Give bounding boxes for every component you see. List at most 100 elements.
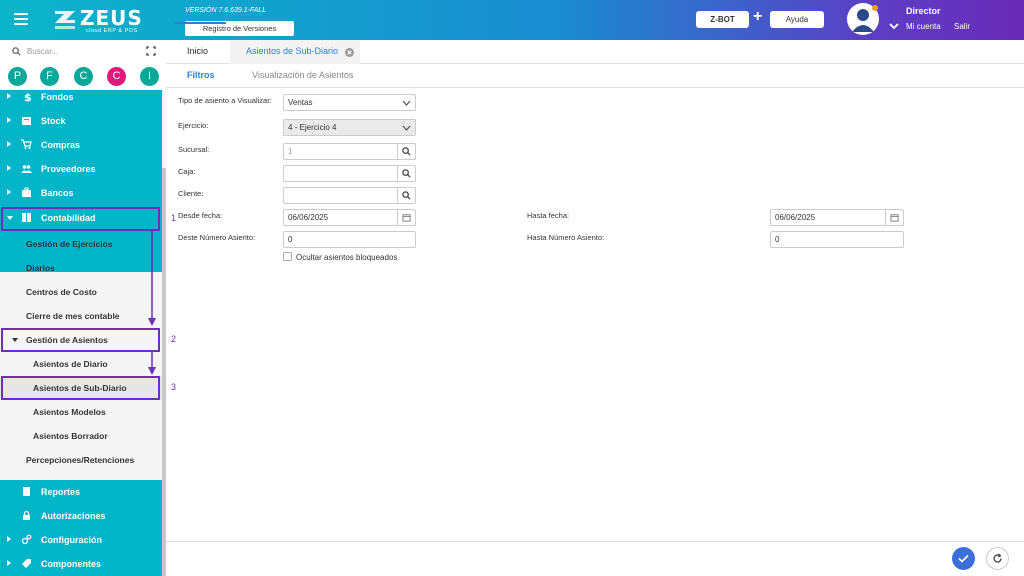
tab-asientos-subdiario[interactable]: Asientos de Sub-Diario [246, 46, 338, 56]
people-icon [21, 165, 32, 173]
tab-inicio[interactable]: Inicio [187, 46, 208, 56]
sidebar-item-fondos[interactable]: $ Fondos [0, 85, 162, 109]
ejercicio-select[interactable]: 4 - Ejercicio 4 [283, 119, 416, 136]
search-icon[interactable] [397, 188, 415, 203]
dollar-icon: $ [24, 91, 32, 102]
sidebar-item-reportes[interactable]: Reportes [0, 480, 162, 504]
sidebar-item-stock[interactable]: Stock [0, 109, 162, 133]
quick-access-f[interactable]: F [40, 67, 59, 86]
hasta-fecha-input[interactable]: 06/06/2025 [770, 209, 904, 226]
tab-bar: Inicio Asientos de Sub-Diario [166, 40, 1024, 64]
sidebar-sub-diarios[interactable]: Diarios [0, 256, 162, 280]
annotation-number-1: 1 [171, 213, 177, 223]
sidebar-search[interactable]: Buscar... [0, 40, 166, 64]
ocultar-bloqueados-label: Ocultar asientos bloqueados [296, 253, 398, 262]
sucursal-label: Sucursal: [178, 145, 210, 154]
annotation-box-1 [1, 207, 160, 231]
footer-bar [166, 541, 1024, 576]
caja-label: Caja: [178, 167, 196, 176]
caret-right-icon [7, 189, 11, 195]
sidebar-sub-cierre-mes[interactable]: Cierre de mes contable [0, 304, 162, 328]
chevron-down-icon [397, 95, 415, 110]
chevron-down-icon [397, 120, 415, 135]
sidebar-sub-percepciones[interactable]: Percepciones/Retenciones [0, 448, 162, 472]
plus-sign: + [753, 8, 763, 25]
expand-icon[interactable] [146, 46, 156, 56]
hasta-fecha-value: 06/06/2025 [775, 213, 816, 222]
annotation-arrows [148, 230, 156, 375]
sidebar-subsub-asientos-modelos[interactable]: Asientos Modelos [0, 400, 162, 424]
close-tab-icon[interactable] [345, 48, 354, 57]
sidebar-item-configuracion[interactable]: Configuración [0, 528, 162, 552]
quick-access-p[interactable]: P [8, 67, 27, 86]
hasta-numero-label: Hasta Número Asiento: [527, 233, 605, 242]
brand-subtitle: cloud ERP & POS [86, 28, 138, 34]
sidebar-sub-gestion-ejercicios[interactable]: Gestión de Ejercicios [0, 232, 162, 256]
tab-visualizacion[interactable]: Visualización de Asientos [252, 70, 353, 80]
sidebar-item-compras[interactable]: Compras [0, 133, 162, 157]
chevron-down-icon[interactable] [889, 21, 899, 31]
refresh-icon [993, 553, 1002, 563]
refresh-button[interactable] [986, 547, 1009, 570]
salir-link[interactable]: Salir [954, 22, 970, 31]
check-icon [958, 554, 969, 563]
sucursal-input[interactable]: 1 [283, 143, 416, 160]
caret-right-icon [7, 536, 11, 542]
ocultar-bloqueados-checkbox[interactable] [283, 252, 292, 261]
hamburger-menu-icon[interactable] [14, 13, 28, 25]
ayuda-button[interactable]: Ayuda [770, 11, 824, 28]
desde-fecha-input[interactable]: 06/06/2025 [283, 209, 416, 226]
cliente-input[interactable] [283, 187, 416, 204]
caret-right-icon [7, 93, 11, 99]
lock-icon [23, 510, 30, 520]
sidebar-item-bancos[interactable]: Bancos [0, 181, 162, 205]
cart-icon [21, 139, 32, 149]
ejercicio-value: 4 - Ejercicio 4 [288, 123, 337, 132]
calendar-icon[interactable] [885, 210, 903, 225]
sidebar-subsub-asientos-borrador[interactable]: Asientos Borrador [0, 424, 162, 448]
active-subtab-indicator [174, 22, 226, 24]
zbot-button[interactable]: Z-BOT [696, 11, 749, 28]
box-icon [22, 117, 31, 125]
sidebar-sub-centros-costo[interactable]: Centros de Costo [0, 280, 162, 304]
user-name: Director [906, 6, 941, 16]
annotation-box-2 [1, 328, 160, 352]
annotation-number-3: 3 [171, 382, 177, 392]
sub-tab-bar: Filtros Visualización de Asientos [166, 64, 1024, 88]
quick-access-i[interactable]: I [140, 67, 159, 86]
caret-right-icon [7, 117, 11, 123]
annotation-box-3 [1, 376, 160, 400]
sidebar-search-placeholder: Buscar... [27, 47, 59, 56]
cliente-label: Cliente: [178, 189, 204, 198]
calendar-icon[interactable] [397, 210, 415, 225]
ejercicio-label: Ejercicio: [178, 121, 209, 130]
caja-input[interactable] [283, 165, 416, 182]
quick-access-c-pink[interactable]: C [107, 67, 126, 86]
caret-right-icon [7, 165, 11, 171]
mi-cuenta-link[interactable]: Mi cuenta [906, 22, 941, 31]
sidebar-item-componentes[interactable]: Componentes [0, 552, 162, 576]
sidebar-item-proveedores[interactable]: Proveedores [0, 157, 162, 181]
tipo-asiento-label: Tipo de asiento a Visualizar: [178, 96, 272, 105]
sidebar-item-autorizaciones[interactable]: Autorizaciones [0, 504, 162, 528]
brand-name: ZEUS [80, 6, 143, 30]
tipo-asiento-select[interactable]: Ventas [283, 94, 416, 111]
search-icon[interactable] [397, 144, 415, 159]
desde-numero-input[interactable]: 0 [283, 231, 416, 248]
sidebar-subsub-asientos-diario[interactable]: Asientos de Diario [0, 352, 162, 376]
quick-access-c[interactable]: C [74, 67, 93, 86]
desde-fecha-label: Desde fecha: [178, 211, 223, 220]
desde-numero-value: 0 [288, 235, 293, 244]
briefcase-icon [22, 187, 31, 197]
hasta-numero-input[interactable]: 0 [770, 231, 904, 248]
gears-icon [21, 534, 32, 545]
tipo-asiento-value: Ventas [288, 98, 313, 107]
zeus-logo-icon [55, 11, 75, 29]
annotation-number-2: 2 [171, 334, 177, 344]
search-icon[interactable] [397, 166, 415, 181]
tab-filtros[interactable]: Filtros [187, 70, 215, 80]
desde-fecha-value: 06/06/2025 [288, 213, 329, 222]
caret-right-icon [7, 141, 11, 147]
caret-right-icon [7, 560, 11, 566]
confirm-button[interactable] [952, 547, 975, 570]
